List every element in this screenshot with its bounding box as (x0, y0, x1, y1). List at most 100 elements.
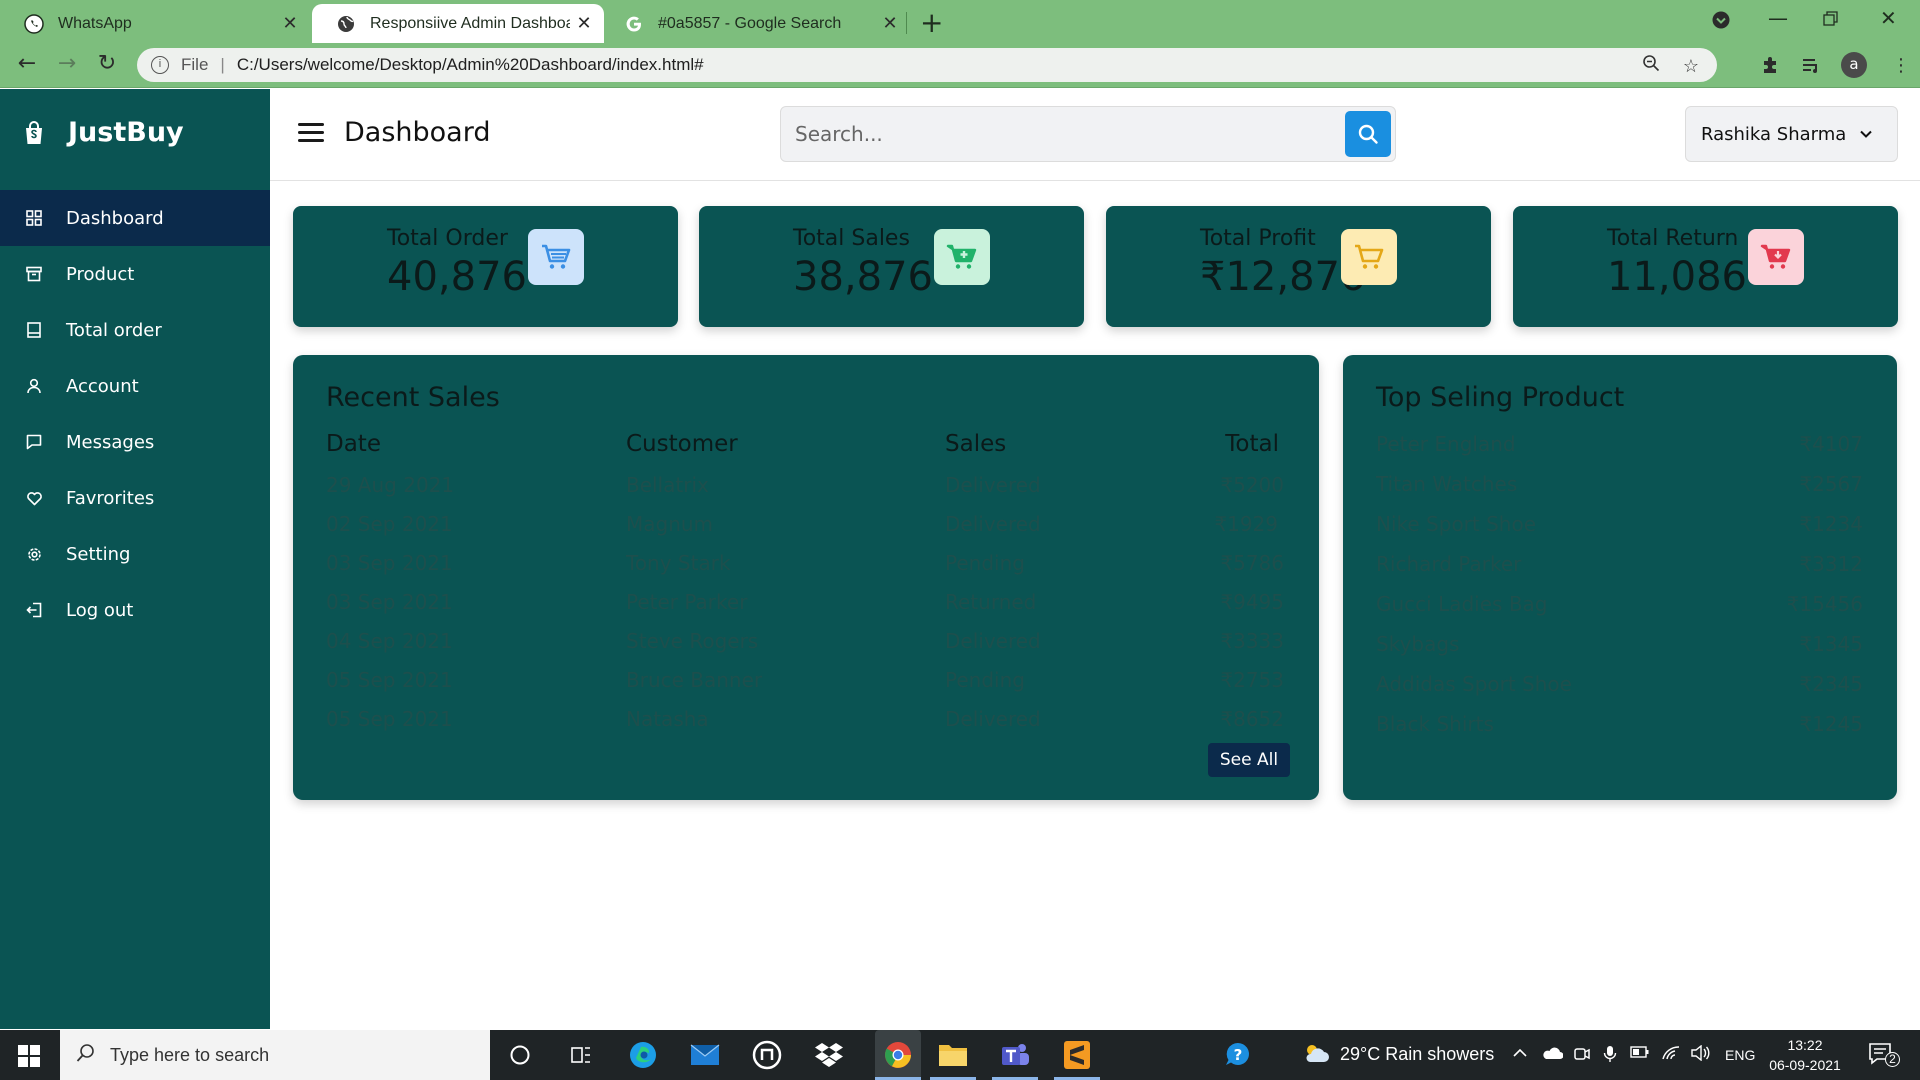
minimize-icon[interactable]: — (1768, 6, 1788, 30)
cortana-icon[interactable] (504, 1039, 536, 1071)
bookmark-star-icon[interactable]: ☆ (1683, 56, 1699, 76)
url-text[interactable]: C:/Users/welcome/Desktop/Admin%20Dashboa… (237, 55, 704, 75)
omnibox-actions: ☆ (1642, 54, 1699, 77)
browser-menu-icon[interactable]: ⋮ (1892, 55, 1910, 76)
edge-icon[interactable] (627, 1039, 659, 1071)
search-input[interactable] (795, 119, 1315, 149)
stat-card-total-return[interactable]: Total Return 11,086 (1513, 206, 1898, 327)
table-row[interactable]: 05 Sep 2021 Bruce Banner Pending ₹2753 (293, 668, 1319, 704)
sidebar-item-total-order[interactable]: Total order (0, 302, 270, 358)
brand-name: JustBuy (68, 117, 184, 148)
sidebar-item-account[interactable]: Account (0, 358, 270, 414)
task-view-icon[interactable] (565, 1039, 597, 1071)
list-item[interactable]: Black Shirts ₹1245 (1376, 712, 1863, 748)
info-icon[interactable]: i (151, 56, 169, 74)
teams-icon[interactable] (999, 1039, 1031, 1071)
clock-date: 06-09-2021 (1769, 1057, 1841, 1073)
tab-title: WhatsApp (58, 14, 132, 32)
column-header-sales: Sales (945, 431, 1007, 457)
stat-label: Total Sales (793, 226, 910, 251)
sale-total: ₹1929 (1214, 512, 1278, 536)
tab-admin-dashboard[interactable]: Responsiive Admin Dashboard | C ✕ (312, 4, 604, 43)
meet-now-icon[interactable] (1573, 1045, 1591, 1068)
chevron-up-icon[interactable] (1512, 1045, 1528, 1066)
taskbar-search[interactable]: Type here to search (60, 1030, 490, 1080)
sidebar-item-dashboard[interactable]: Dashboard (0, 190, 270, 246)
extensions-icon[interactable] (1761, 55, 1781, 80)
table-row[interactable]: 03 Sep 2021 Peter Parker Returned ₹9495 (293, 590, 1319, 626)
stat-card-total-profit[interactable]: Total Profit ₹12,876 (1106, 206, 1491, 327)
file-explorer-icon[interactable] (937, 1039, 969, 1071)
volume-icon[interactable] (1690, 1044, 1710, 1066)
user-dropdown[interactable]: Rashika Sharma (1685, 106, 1898, 162)
dropbox-icon[interactable] (813, 1039, 845, 1071)
list-item[interactable]: Nike Sport Shoe ₹1234 (1376, 512, 1863, 548)
sale-total: ₹3333 (1220, 629, 1284, 653)
see-all-button[interactable]: See All (1208, 743, 1290, 777)
sublime-text-icon[interactable] (1061, 1039, 1093, 1071)
list-item[interactable]: Titan Watches ₹2567 (1376, 472, 1863, 508)
table-row[interactable]: 29 Aug 2021 Bellatrix Delivered ₹5200 (293, 473, 1319, 509)
profile-avatar[interactable]: a (1841, 52, 1867, 78)
table-row[interactable]: 04 Sep 2021 Steve Rogers Delivered ₹3333 (293, 629, 1319, 665)
table-row[interactable]: 02 Sep 2021 Magnum Delivered ₹1929 (293, 512, 1319, 548)
tab-title: #0a5857 - Google Search (658, 14, 842, 32)
close-tab-icon[interactable]: ✕ (276, 13, 304, 34)
table-row[interactable]: 03 Sep 2021 Tony Stark Pending ₹5786 (293, 551, 1319, 587)
table-row[interactable]: 05 Sep 2021 Natasha Delivered ₹8652 (293, 707, 1319, 743)
close-tab-icon[interactable]: ✕ (876, 13, 904, 34)
close-tab-icon[interactable]: ✕ (570, 13, 598, 34)
weather-text[interactable]: 29°C Rain showers (1340, 1044, 1494, 1065)
stat-card-total-sales[interactable]: Total Sales 38,876 (699, 206, 1084, 327)
tab-search-icon[interactable] (1711, 10, 1731, 35)
wifi-icon[interactable] (1661, 1045, 1681, 1066)
windows-start-icon[interactable] (18, 1045, 40, 1067)
sidebar-item-log-out[interactable]: Log out (0, 582, 270, 638)
media-control-icon[interactable] (1801, 55, 1821, 80)
list-item[interactable]: Richard Parker ₹3312 (1376, 552, 1863, 588)
new-tab-button[interactable]: + (920, 6, 943, 39)
list-item[interactable]: Skybags ₹1345 (1376, 632, 1863, 668)
product-price: ₹1234 (1799, 512, 1863, 536)
forward-icon[interactable]: → (52, 51, 82, 76)
weather-icon[interactable] (1303, 1042, 1329, 1069)
tab-google-search[interactable]: #0a5857 - Google Search ✕ (604, 4, 910, 43)
sidebar-item-favrorites[interactable]: Favrorites (0, 470, 270, 526)
help-icon[interactable]: ? (1222, 1039, 1254, 1071)
close-window-icon[interactable]: ✕ (1880, 6, 1897, 30)
onedrive-icon[interactable] (1541, 1045, 1564, 1066)
sale-customer: Bruce Banner (626, 668, 763, 692)
reload-icon[interactable]: ↻ (92, 51, 122, 76)
sidebar-item-messages[interactable]: Messages (0, 414, 270, 470)
microphone-icon[interactable] (1603, 1045, 1617, 1068)
search-button[interactable] (1345, 111, 1391, 157)
product-price: ₹3312 (1799, 552, 1863, 576)
language-indicator[interactable]: ENG (1725, 1047, 1755, 1063)
list-item[interactable]: Gucci Ladies Bag ₹15456 (1376, 592, 1863, 628)
back-icon[interactable]: ← (12, 51, 42, 76)
sidebar-item-product[interactable]: Product (0, 246, 270, 302)
url-bar[interactable]: i File | C:/Users/welcome/Desktop/Admin%… (137, 48, 1717, 82)
chrome-icon[interactable] (875, 1030, 921, 1080)
top-header: Dashboard Rashika Sharma (270, 89, 1920, 181)
app-shield-icon[interactable] (751, 1039, 783, 1071)
menu-toggle-icon[interactable] (298, 123, 324, 143)
list-item[interactable]: Addidas Sport Shoe ₹2345 (1376, 672, 1863, 708)
product-price: ₹1245 (1799, 712, 1863, 736)
mail-icon[interactable] (689, 1039, 721, 1071)
notification-icon[interactable]: 2 (1868, 1042, 1900, 1073)
battery-icon[interactable] (1630, 1045, 1650, 1064)
sale-customer: Natasha (626, 707, 709, 731)
stat-value: 11,086 (1607, 254, 1747, 300)
product-name: Peter England (1376, 432, 1516, 456)
stat-card-total-order[interactable]: Total Order 40,876 (293, 206, 678, 327)
restore-icon[interactable] (1823, 8, 1839, 32)
zoom-icon[interactable] (1642, 55, 1665, 76)
system-clock[interactable]: 13:22 06-09-2021 (1760, 1035, 1850, 1075)
tab-whatsapp[interactable]: WhatsApp ✕ (0, 4, 310, 43)
brand-logo[interactable]: JustBuy (22, 117, 184, 148)
sidebar-item-label: Messages (66, 431, 155, 453)
taskbar-search-placeholder: Type here to search (110, 1044, 270, 1065)
list-item[interactable]: Peter England ₹4107 (1376, 432, 1863, 468)
sidebar-item-setting[interactable]: Setting (0, 526, 270, 582)
